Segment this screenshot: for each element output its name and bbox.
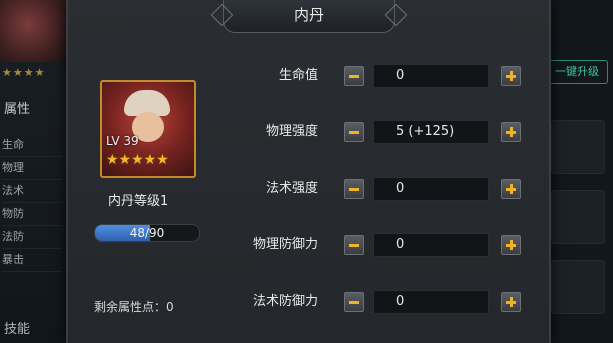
attribute-row-magic-defense: 法术防御力 0: [218, 290, 528, 314]
attribute-label: 物理防御力: [252, 237, 318, 252]
attribute-value: 0: [373, 177, 489, 201]
increase-magic-strength-button[interactable]: [501, 179, 521, 199]
hero-star-rating: ★★★★★: [106, 152, 169, 168]
background-skills-title: 技能: [4, 322, 31, 337]
background-list-item: 法术: [2, 180, 62, 203]
plus-icon-vertical: [509, 71, 513, 81]
dialog-title-bar: 内丹: [210, 0, 408, 33]
plus-icon-vertical: [509, 127, 513, 137]
attribute-row-hp: 生命值 0: [218, 64, 528, 88]
neidan-level-label: 内丹等级1: [108, 194, 169, 209]
background-portrait: [0, 0, 70, 62]
background-attribute-list: 生命 物理 法术 物防 法防 暴击: [2, 134, 62, 272]
attribute-value: 5 (+125): [373, 120, 489, 144]
background-list-item: 物理: [2, 157, 62, 180]
minus-icon: [349, 244, 359, 247]
decrease-physical-defense-button[interactable]: [344, 235, 364, 255]
increase-physical-strength-button[interactable]: [501, 122, 521, 142]
plus-icon-vertical: [509, 297, 513, 307]
background-list-item: 暴击: [2, 249, 62, 272]
remaining-points-label: 剩余属性点：0: [94, 300, 174, 314]
decrease-hp-button[interactable]: [344, 66, 364, 86]
decrease-magic-defense-button[interactable]: [344, 292, 364, 312]
title-ornament-right-icon: [384, 3, 408, 27]
title-ornament-left-icon: [210, 3, 234, 27]
background-item-slot: [551, 260, 605, 314]
neidan-dialog: 内丹 LV 39 ★★★★★ 内丹等级1 48/90 剩余属性点：0 生命值 0…: [66, 0, 551, 343]
background-stars: ★★★★: [2, 66, 46, 79]
attribute-value: 0: [373, 64, 489, 88]
dialog-title: 内丹: [293, 6, 324, 24]
background-upgrade-button: 一键升级: [546, 60, 608, 84]
attribute-value: 0: [373, 233, 489, 257]
decrease-magic-strength-button[interactable]: [344, 179, 364, 199]
increase-magic-defense-button[interactable]: [501, 292, 521, 312]
minus-icon: [349, 75, 359, 78]
plus-icon-vertical: [509, 240, 513, 250]
background-item-slot: [551, 190, 605, 244]
minus-icon: [349, 188, 359, 191]
background-right-panel: 一键升级: [543, 0, 613, 343]
attribute-row-physical-strength: 物理强度 5 (+125): [218, 120, 528, 144]
minus-icon: [349, 301, 359, 304]
attribute-label: 物理强度: [265, 124, 318, 139]
background-left-panel: ★★★★ 属性 生命 物理 法术 物防 法防 暴击 技能: [0, 0, 70, 343]
background-list-item: 生命: [2, 134, 62, 157]
increase-hp-button[interactable]: [501, 66, 521, 86]
attribute-label: 法术强度: [265, 181, 318, 196]
background-item-slot: [551, 120, 605, 174]
background-list-item: 法防: [2, 226, 62, 249]
attribute-row-physical-defense: 物理防御力 0: [218, 233, 528, 257]
attribute-row-magic-strength: 法术强度 0: [218, 177, 528, 201]
background-list-item: 物防: [2, 203, 62, 226]
attribute-value: 0: [373, 290, 489, 314]
minus-icon: [349, 131, 359, 134]
hero-portrait-card[interactable]: LV 39 ★★★★★: [100, 80, 196, 178]
progress-text: 48/90: [129, 226, 165, 240]
increase-physical-defense-button[interactable]: [501, 235, 521, 255]
attribute-label: 法术防御力: [252, 294, 318, 309]
neidan-progress-bar: 48/90: [94, 224, 200, 242]
decrease-physical-strength-button[interactable]: [344, 122, 364, 142]
plus-icon-vertical: [509, 184, 513, 194]
background-attributes-title: 属性: [4, 102, 31, 117]
hero-level-label: LV 39: [106, 134, 139, 148]
attribute-label: 生命值: [278, 68, 318, 83]
